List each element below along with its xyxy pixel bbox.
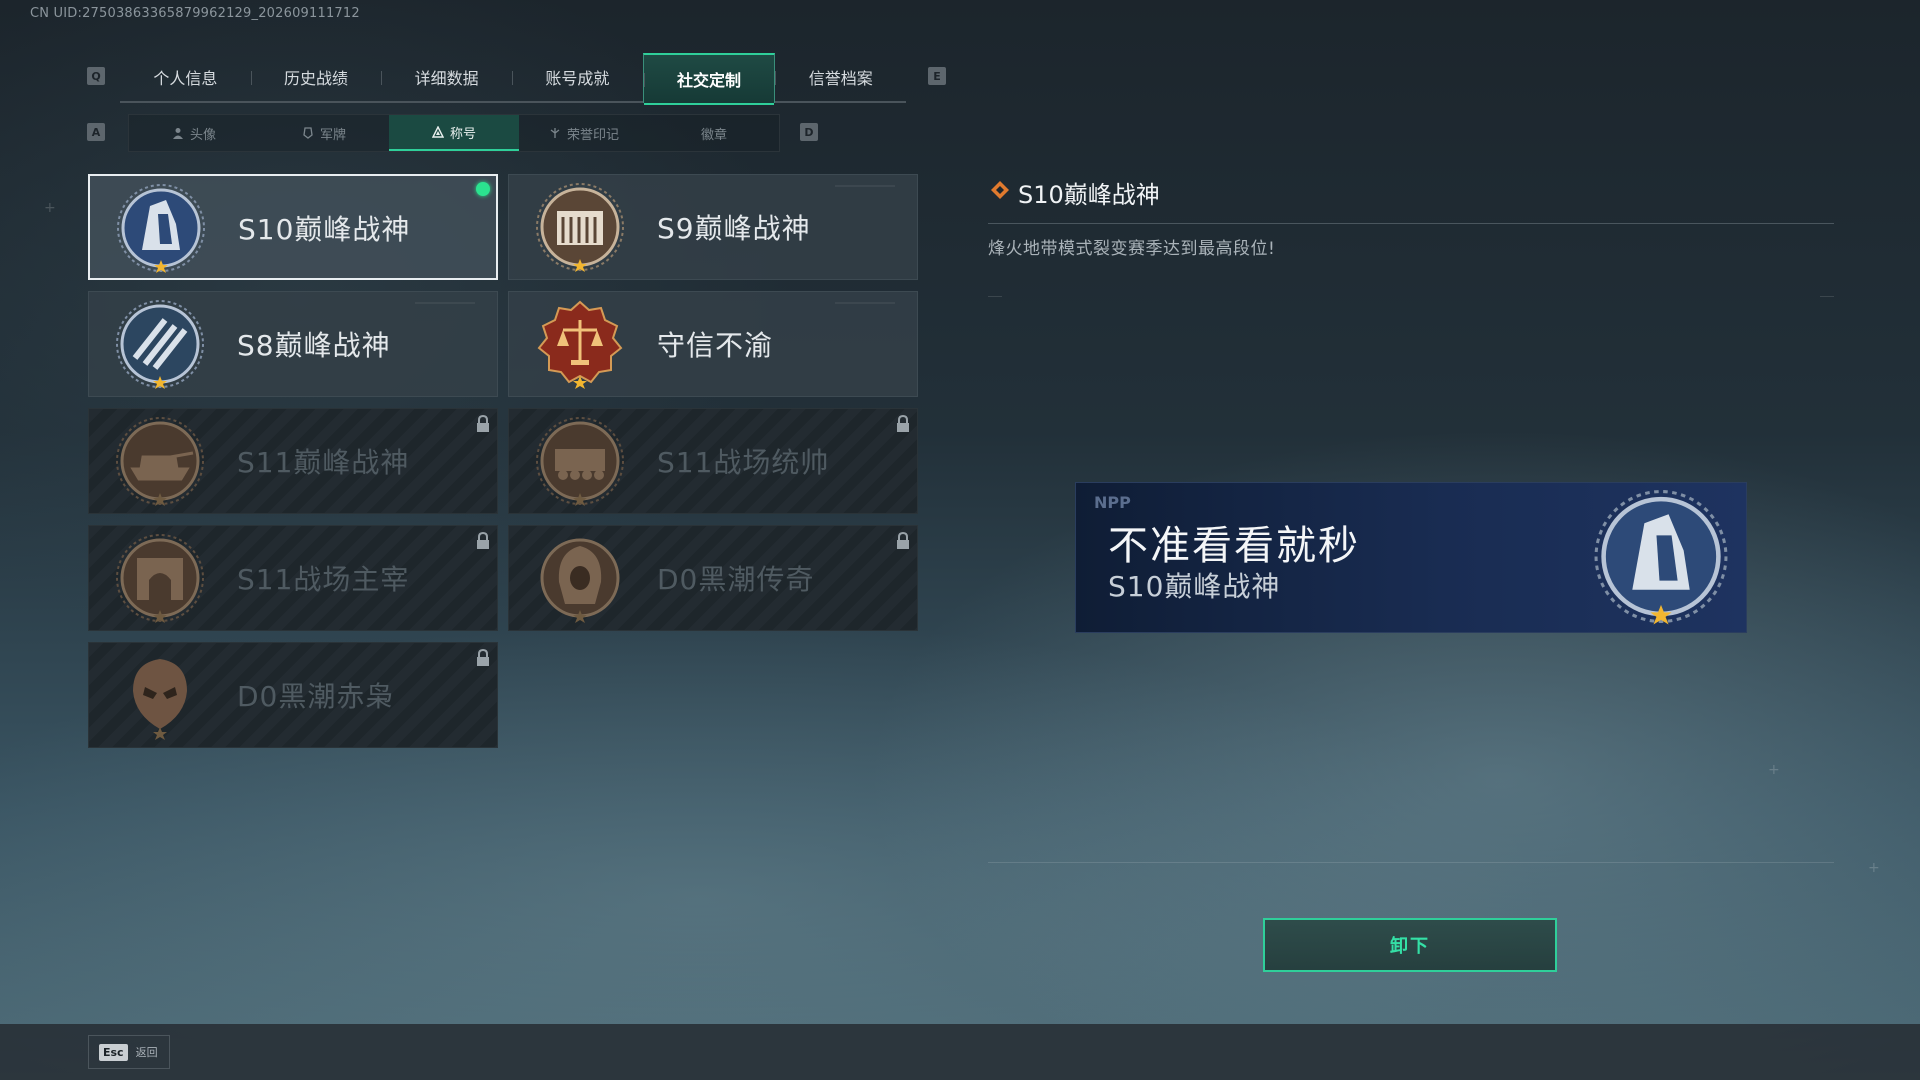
tab-achievements[interactable]: 账号成就 <box>512 53 643 101</box>
tab-personal-info[interactable]: 个人信息 <box>120 53 251 101</box>
frame-corner <box>988 296 1002 297</box>
title-card-d0-owl[interactable]: D0黑潮赤枭 <box>88 642 498 748</box>
title-card-keep-faith[interactable]: 守信不渝 <box>508 291 918 397</box>
banner-logo: NPP <box>1094 493 1131 512</box>
hooded-emblem-icon <box>540 538 620 623</box>
card-deco <box>835 185 895 187</box>
key-hint-d: D <box>800 123 818 141</box>
subtab-badge-label: 徽章 <box>700 127 727 143</box>
mask-emblem-icon <box>133 659 187 740</box>
arch-emblem-icon <box>116 534 204 623</box>
ghost-heading <box>42 20 64 74</box>
uid-text: CN UID:275038633658799621​29_20260911171… <box>30 6 360 21</box>
scales-emblem-icon <box>537 300 623 389</box>
frame-bottom-line <box>988 862 1834 863</box>
vehicle-emblem-icon <box>536 417 624 506</box>
crosshair-deco: + <box>1768 762 1780 778</box>
title-name: S10巅峰战神 <box>238 213 411 246</box>
lock-icon <box>477 415 489 432</box>
detail-title: S10巅峰战神 <box>1018 181 1160 209</box>
title-card-d0-legend[interactable]: D0黑潮传奇 <box>508 525 918 631</box>
crosshair-deco: + <box>1868 860 1880 876</box>
card-deco <box>835 302 895 304</box>
title-banner-preview: NPP 不准看看就秒 S10巅峰战神 <box>1075 482 1747 633</box>
detail-divider <box>988 223 1834 224</box>
tank-emblem-icon <box>116 417 204 506</box>
title-card-s11-dominator[interactable]: S11战场主宰 <box>88 525 498 631</box>
title-name: S8巅峰战神 <box>237 329 391 362</box>
tower-emblem-icon <box>1594 490 1728 625</box>
banner-title: S10巅峰战神 <box>1108 570 1281 603</box>
lock-icon <box>477 532 489 549</box>
unequip-button[interactable]: 卸下 <box>1263 918 1557 972</box>
title-card-s10-peak[interactable]: S10巅峰战神 <box>88 174 498 280</box>
title-name: S11战场主宰 <box>237 563 410 596</box>
subtab-title-label: 称号 <box>449 126 476 142</box>
bottom-bar <box>0 1024 1920 1080</box>
key-hint-q: Q <box>87 67 105 85</box>
subtab-badge[interactable]: 徽章 <box>649 115 779 151</box>
stripes-emblem-icon <box>116 300 204 389</box>
frame-corner <box>1820 296 1834 297</box>
building-emblem-icon <box>536 183 624 272</box>
back-label: 返回 <box>135 1046 158 1059</box>
sub-tabs: 头像 军牌 称号 荣誉印记 徽章 <box>128 114 780 152</box>
subtab-avatar[interactable]: 头像 <box>129 115 259 151</box>
detail-description: 烽火地带模式裂变赛季达到最高段位! <box>988 239 1276 259</box>
equipped-indicator <box>476 182 490 196</box>
person-icon <box>172 128 183 139</box>
title-card-s11-peak[interactable]: S11巅峰战神 <box>88 408 498 514</box>
key-hint-a: A <box>87 123 105 141</box>
tower-emblem-icon <box>117 184 205 273</box>
lock-icon <box>477 649 489 666</box>
card-deco <box>415 302 475 304</box>
title-card-s9-peak[interactable]: S9巅峰战神 <box>508 174 918 280</box>
honor-icon <box>550 128 560 138</box>
triangle-icon <box>431 126 444 138</box>
subtab-honor-mark[interactable]: 荣誉印记 <box>519 115 649 151</box>
lock-icon <box>897 415 909 432</box>
diamond-icon <box>991 181 1009 199</box>
dogtag-icon <box>303 127 313 139</box>
title-name: D0黑潮传奇 <box>657 563 815 596</box>
title-name: 守信不渝 <box>657 329 774 362</box>
crosshair-deco: + <box>44 200 56 216</box>
key-hint-e: E <box>928 67 946 85</box>
tab-credit-record[interactable]: 信誉档案 <box>775 53 906 101</box>
main-tabs: 个人信息 历史战绩 详细数据 账号成就 社交定制 信誉档案 <box>120 53 906 105</box>
title-name: D0黑潮赤枭 <box>237 680 395 713</box>
title-name: S11巅峰战神 <box>237 446 410 479</box>
title-name: S9巅峰战神 <box>657 212 811 245</box>
title-name: S11战场统帅 <box>657 446 830 479</box>
subtab-dogtag-label: 军牌 <box>319 127 346 143</box>
tab-social-customization[interactable]: 社交定制 <box>642 53 776 105</box>
subtab-avatar-label: 头像 <box>189 127 216 143</box>
subtab-title[interactable]: 称号 <box>389 115 519 151</box>
esc-key-hint: Esc <box>99 1043 128 1061</box>
tab-match-history[interactable]: 历史战绩 <box>250 53 382 101</box>
banner-nickname: 不准看看就秒 <box>1108 523 1360 569</box>
subtab-honor-mark-label: 荣誉印记 <box>566 127 619 143</box>
tab-detailed-data[interactable]: 详细数据 <box>381 53 512 101</box>
subtab-dogtag[interactable]: 军牌 <box>259 115 389 151</box>
title-card-s11-commander[interactable]: S11战场统帅 <box>508 408 918 514</box>
lock-icon <box>897 532 909 549</box>
title-card-s8-peak[interactable]: S8巅峰战神 <box>88 291 498 397</box>
back-button[interactable]: Esc 返回 <box>88 1035 170 1069</box>
